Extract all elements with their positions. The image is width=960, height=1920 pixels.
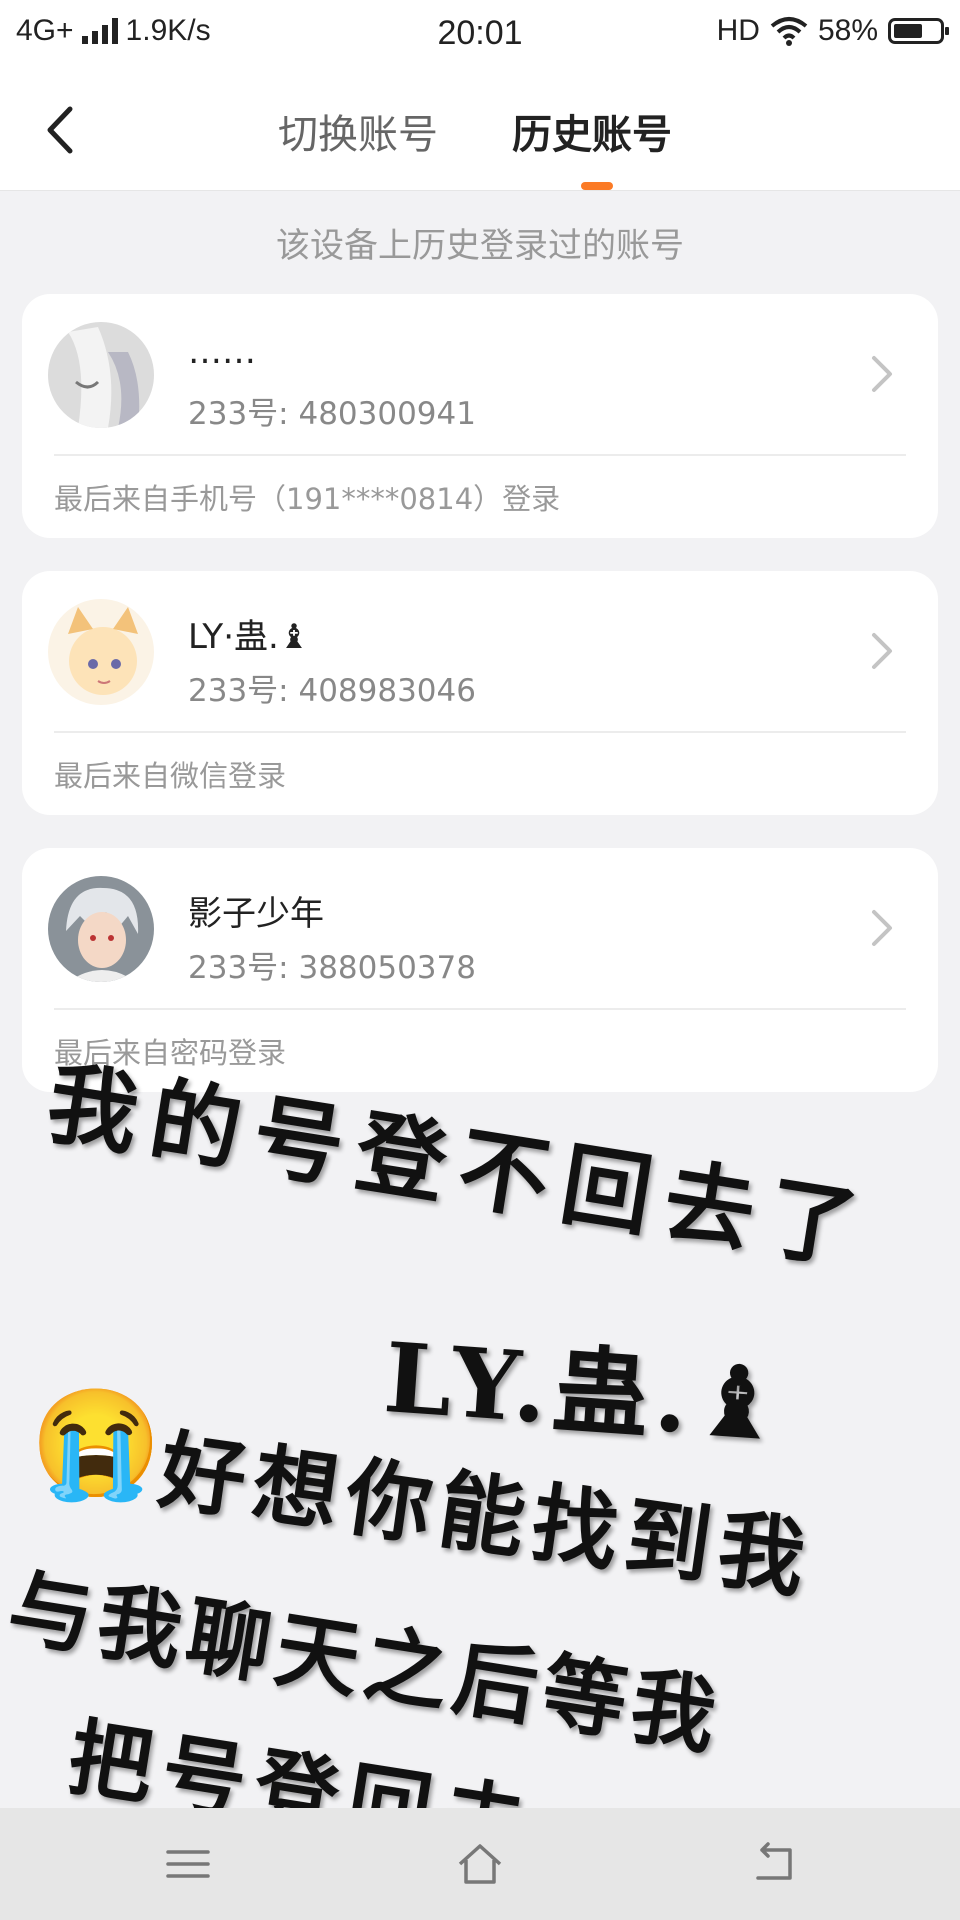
page-subtitle: 该设备上历史登录过的账号: [276, 226, 684, 266]
system-nav-bar: [0, 1808, 960, 1920]
chevron-right-icon: [872, 910, 892, 946]
status-right: HD 58%: [716, 14, 949, 48]
account-nickname: 影子少年: [188, 894, 324, 934]
wifi-icon: [770, 17, 808, 46]
tab-switch-account[interactable]: 切换账号: [278, 102, 438, 160]
divider: [54, 731, 906, 733]
overlay-line-3: 好想你能找到我: [153, 1419, 819, 1612]
overlay-line-2: LY.蛊.♝: [380, 1320, 790, 1462]
account-card[interactable]: 影子少年 233号: 388050378 最后来自密码登录: [22, 848, 938, 1092]
account-card[interactable]: LY·蛊.♝ 233号: 408983046 最后来自微信登录: [22, 571, 938, 815]
tab-history-account[interactable]: 历史账号: [512, 102, 672, 160]
chevron-left-icon: [47, 106, 73, 154]
back-button[interactable]: [40, 100, 80, 160]
battery-icon: [888, 18, 949, 44]
overlay-line-4: 与我聊天之后等我: [1, 1556, 729, 1768]
account-nickname: LY·蛊.♝: [188, 617, 310, 657]
status-bar: 4G+ 1.9K/s 20:01 HD 58%: [0, 0, 960, 68]
chevron-right-icon: [872, 356, 892, 392]
account-uid: 233号: 480300941: [188, 396, 476, 432]
menu-icon[interactable]: [160, 1840, 216, 1888]
last-login-info: 最后来自密码登录: [54, 1036, 287, 1070]
divider: [54, 1008, 906, 1010]
battery-percent: 58%: [817, 14, 878, 47]
header: 切换账号 历史账号: [0, 68, 960, 191]
crying-emoji: 😭: [30, 1380, 162, 1505]
last-login-info: 最后来自手机号（191****0814）登录: [54, 482, 561, 516]
hd-badge: HD: [716, 14, 760, 47]
avatar: [48, 876, 154, 982]
tab-indicator: [581, 182, 613, 190]
back-icon[interactable]: [746, 1840, 802, 1888]
account-card[interactable]: …… 233号: 480300941 最后来自手机号（191****0814）登…: [22, 294, 938, 538]
last-login-info: 最后来自微信登录: [54, 759, 287, 793]
account-nickname: ……: [188, 332, 256, 372]
home-icon[interactable]: [452, 1840, 508, 1888]
chevron-right-icon: [872, 633, 892, 669]
avatar: [48, 322, 154, 428]
account-uid: 233号: 408983046: [188, 673, 476, 709]
account-uid: 233号: 388050378: [188, 950, 476, 986]
avatar: [48, 599, 154, 705]
divider: [54, 454, 906, 456]
